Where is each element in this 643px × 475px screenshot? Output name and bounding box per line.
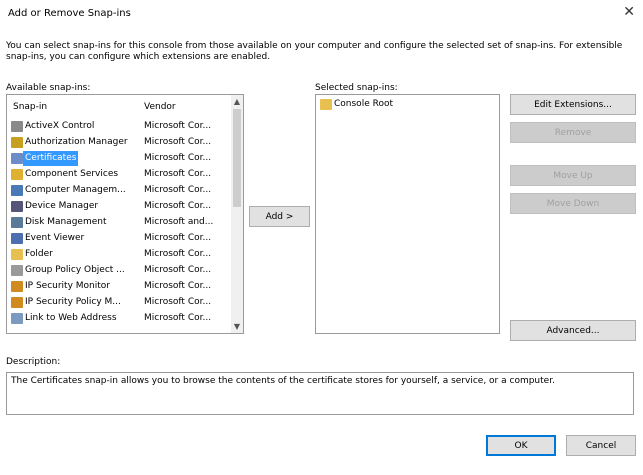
snapin-name: Certificates <box>23 151 79 166</box>
move-down-button[interactable]: Move Down <box>510 193 636 214</box>
event-icon <box>11 233 23 244</box>
device-icon <box>11 201 23 212</box>
snapin-name: IP Security Policy M... <box>25 297 121 307</box>
snapin-name: Computer Managem... <box>25 185 126 195</box>
available-snapins-list[interactable]: Snap-in Vendor ActiveX Control Microsoft … <box>6 94 244 334</box>
list-item[interactable]: Group Policy Object ... Microsoft Cor... <box>7 263 229 278</box>
list-item[interactable]: Certificates Microsoft Cor... <box>7 151 229 166</box>
snapin-name: Link to Web Address <box>25 313 117 323</box>
selected-item[interactable]: Console Root <box>316 97 496 112</box>
description-box: The Certificates snap-in allows you to b… <box>6 372 634 415</box>
folder-icon <box>11 249 23 260</box>
folder-icon <box>320 99 332 110</box>
snapin-name: Folder <box>25 249 53 259</box>
column-header-vendor[interactable]: Vendor <box>144 102 176 112</box>
list-item[interactable]: Disk Management Microsoft and... <box>7 215 229 230</box>
snapin-vendor: Microsoft Cor... <box>144 169 212 179</box>
snapin-vendor: Microsoft Cor... <box>144 265 212 275</box>
list-item[interactable]: IP Security Monitor Microsoft Cor... <box>7 279 229 294</box>
list-item[interactable]: ActiveX Control Microsoft Cor... <box>7 119 229 134</box>
snapin-vendor: Microsoft Cor... <box>144 201 212 211</box>
component-icon <box>11 169 23 180</box>
scroll-up-icon[interactable]: ▲ <box>231 97 243 106</box>
window-title: Add or Remove Snap-ins <box>8 8 131 19</box>
cancel-button[interactable]: Cancel <box>566 435 636 456</box>
snapin-vendor: Microsoft Cor... <box>144 185 212 195</box>
ok-button[interactable]: OK <box>486 435 556 456</box>
move-up-button[interactable]: Move Up <box>510 165 636 186</box>
security-policy-icon <box>11 297 23 308</box>
snapin-name: ActiveX Control <box>25 121 95 131</box>
computer-icon <box>11 185 23 196</box>
list-item[interactable]: Folder Microsoft Cor... <box>7 247 229 262</box>
intro-text: You can select snap-ins for this console… <box>6 41 623 62</box>
snapin-name: Event Viewer <box>25 233 85 243</box>
description-label: Description: <box>6 357 61 367</box>
snapin-vendor: Microsoft Cor... <box>144 153 212 163</box>
list-item[interactable]: Device Manager Microsoft Cor... <box>7 199 229 214</box>
snapin-vendor: Microsoft Cor... <box>144 233 212 243</box>
edit-extensions-button[interactable]: Edit Extensions... <box>510 94 636 115</box>
snapin-name: IP Security Monitor <box>25 281 110 291</box>
selected-label: Selected snap-ins: <box>315 83 398 93</box>
list-item[interactable]: Event Viewer Microsoft Cor... <box>7 231 229 246</box>
snapin-vendor: Microsoft Cor... <box>144 297 212 307</box>
list-item[interactable]: IP Security Policy M... Microsoft Cor... <box>7 295 229 310</box>
close-icon[interactable]: ✕ <box>623 4 635 20</box>
vertical-scrollbar[interactable]: ▲ ▼ <box>231 95 243 333</box>
list-item[interactable]: Authorization Manager Microsoft Cor... <box>7 135 229 150</box>
security-icon <box>11 281 23 292</box>
scroll-down-icon[interactable]: ▼ <box>231 322 243 331</box>
scroll-thumb[interactable] <box>233 109 241 207</box>
snapin-name: Device Manager <box>25 201 99 211</box>
activex-icon <box>11 121 23 132</box>
list-header: Snap-in Vendor <box>7 95 231 113</box>
snapin-vendor: Microsoft Cor... <box>144 249 212 259</box>
add-button[interactable]: Add > <box>249 206 310 227</box>
certificate-icon <box>11 153 23 164</box>
snapin-vendor: Microsoft Cor... <box>144 137 212 147</box>
snapin-name: Disk Management <box>25 217 107 227</box>
snapin-name: Authorization Manager <box>25 137 128 147</box>
list-item[interactable]: Link to Web Address Microsoft Cor... <box>7 311 229 326</box>
policy-icon <box>11 265 23 276</box>
disk-icon <box>11 217 23 228</box>
column-header-snapin[interactable]: Snap-in <box>13 102 47 112</box>
snapin-name: Group Policy Object ... <box>25 265 125 275</box>
list-item[interactable]: Component Services Microsoft Cor... <box>7 167 229 182</box>
snapin-vendor: Microsoft and... <box>144 217 214 227</box>
snapin-name: Component Services <box>25 169 119 179</box>
selected-snapins-list[interactable]: Console Root <box>315 94 500 334</box>
link-icon <box>11 313 23 324</box>
authorization-icon <box>11 137 23 148</box>
snapin-vendor: Microsoft Cor... <box>144 121 212 131</box>
list-item[interactable]: Computer Managem... Microsoft Cor... <box>7 183 229 198</box>
available-label: Available snap-ins: <box>6 83 91 93</box>
snapin-vendor: Microsoft Cor... <box>144 281 212 291</box>
snapin-vendor: Microsoft Cor... <box>144 313 212 323</box>
advanced-button[interactable]: Advanced... <box>510 320 636 341</box>
remove-button[interactable]: Remove <box>510 122 636 143</box>
